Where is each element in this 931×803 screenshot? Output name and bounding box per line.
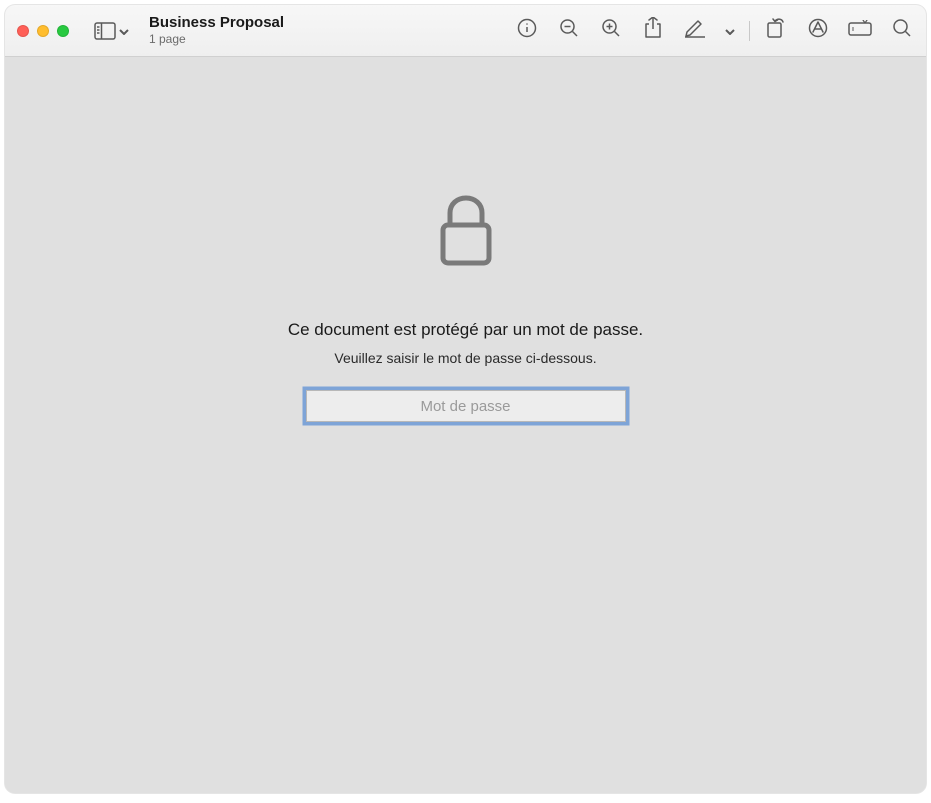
- zoom-in-icon: [601, 18, 621, 43]
- window-controls: [17, 25, 69, 37]
- document-title: Business Proposal: [149, 14, 284, 32]
- chevron-down-icon: [119, 22, 129, 40]
- password-subtext: Veuillez saisir le mot de passe ci-desso…: [334, 350, 596, 366]
- form-icon: [848, 20, 872, 41]
- highlight-icon: [684, 18, 706, 43]
- markup-icon: [808, 18, 828, 43]
- form-fill-button[interactable]: [848, 19, 872, 43]
- inspector-button[interactable]: [515, 19, 539, 43]
- password-input[interactable]: [306, 390, 626, 422]
- sidebar-toggle-button[interactable]: [89, 15, 133, 47]
- rotate-button[interactable]: [764, 19, 788, 43]
- search-icon: [892, 18, 912, 43]
- share-button[interactable]: [641, 19, 665, 43]
- zoom-out-icon: [559, 18, 579, 43]
- document-subtitle: 1 page: [149, 32, 284, 46]
- zoom-out-button[interactable]: [557, 19, 581, 43]
- titlebar: Business Proposal 1 page: [5, 5, 926, 57]
- chevron-down-icon: [725, 22, 735, 39]
- zoom-in-button[interactable]: [599, 19, 623, 43]
- rotate-icon: [766, 17, 786, 44]
- minimize-button[interactable]: [37, 25, 49, 37]
- highlight-button[interactable]: [683, 19, 707, 43]
- lock-icon: [438, 195, 494, 272]
- info-icon: [517, 18, 537, 43]
- toolbar-divider: [749, 21, 750, 41]
- search-button[interactable]: [890, 19, 914, 43]
- sidebar-icon: [93, 19, 117, 43]
- share-icon: [644, 17, 662, 44]
- toolbar: [515, 19, 914, 43]
- markup-button[interactable]: [806, 19, 830, 43]
- content-area: Ce document est protégé par un mot de pa…: [5, 57, 926, 793]
- highlight-menu-button[interactable]: [725, 22, 735, 40]
- maximize-button[interactable]: [57, 25, 69, 37]
- title-block: Business Proposal 1 page: [149, 14, 284, 46]
- app-window: Business Proposal 1 page: [5, 5, 926, 793]
- close-button[interactable]: [17, 25, 29, 37]
- password-heading: Ce document est protégé par un mot de pa…: [288, 320, 643, 340]
